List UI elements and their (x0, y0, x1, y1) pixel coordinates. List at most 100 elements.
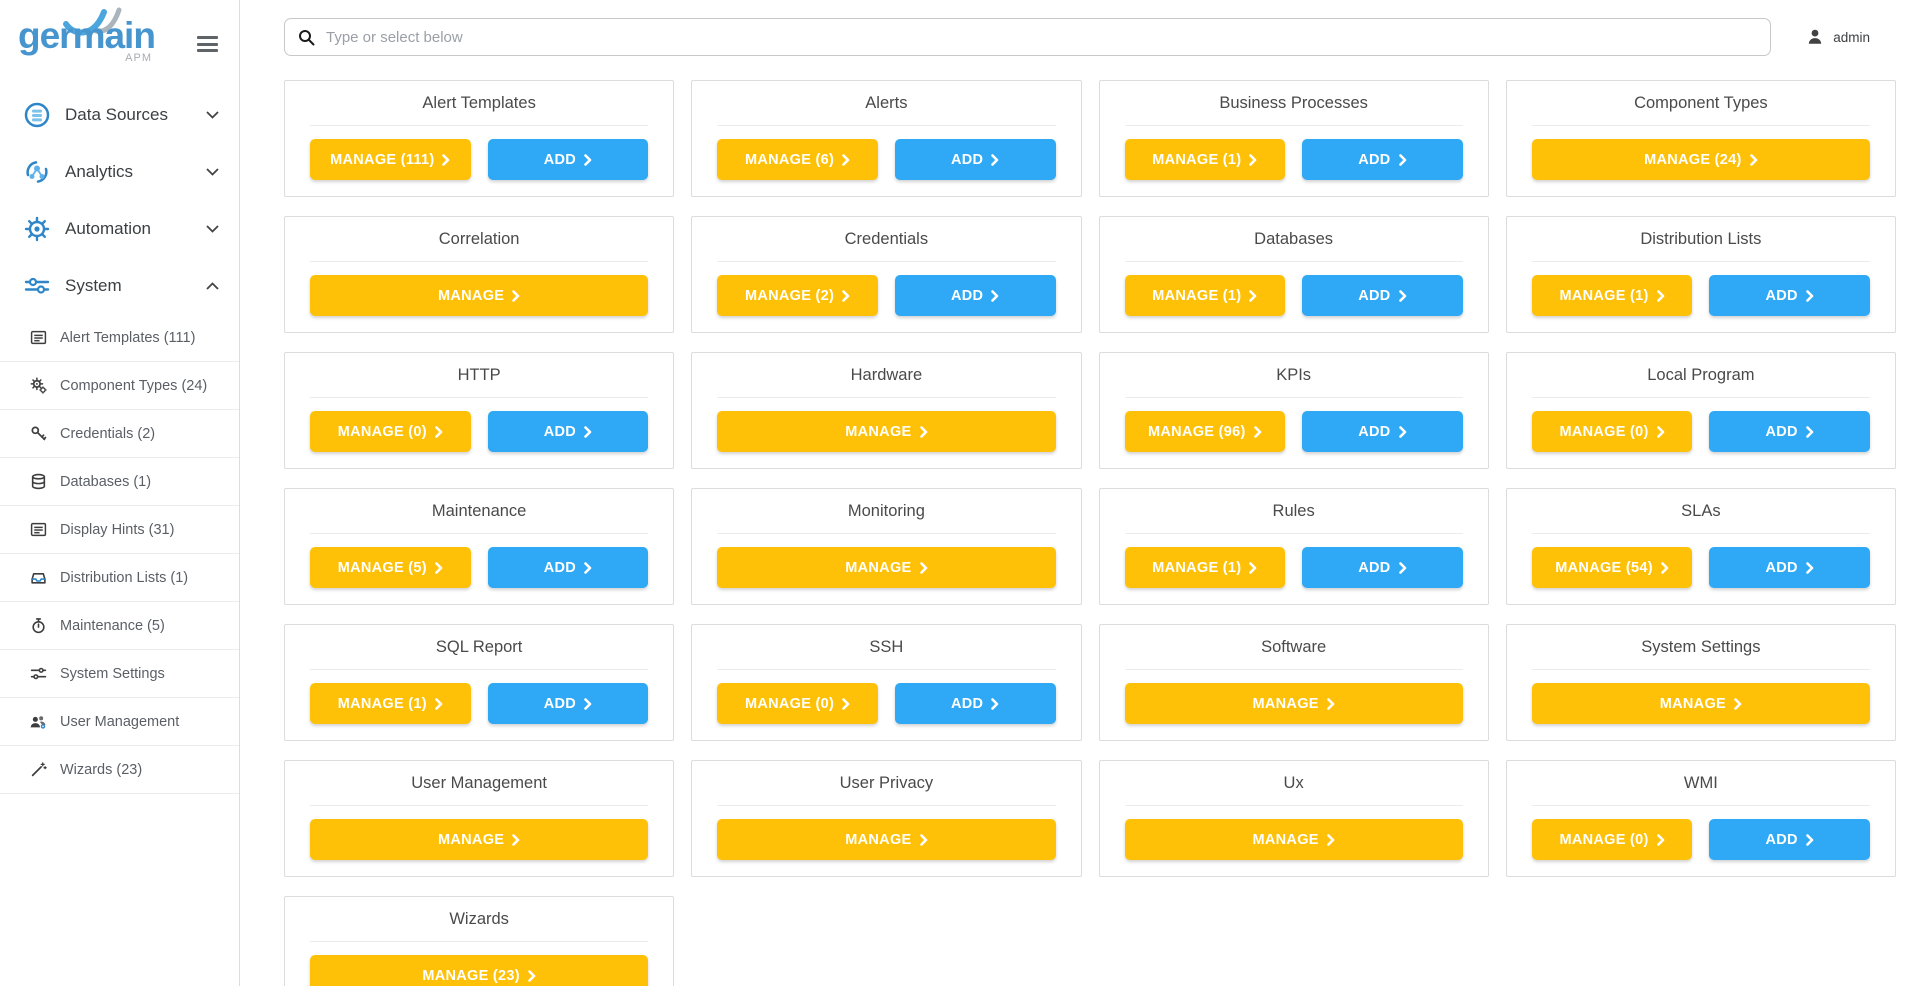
stopwatch-icon (28, 617, 48, 635)
manage-button[interactable]: MANAGE (5) (310, 547, 471, 588)
sidebar-subitem-distribution-lists-1[interactable]: Distribution Lists (1) (0, 554, 239, 602)
add-button-label: ADD (1766, 832, 1798, 848)
manage-button[interactable]: MANAGE (54) (1532, 547, 1693, 588)
manage-button[interactable]: MANAGE (23) (310, 955, 648, 986)
sidebar-subitem-system-settings[interactable]: System Settings (0, 650, 239, 698)
card-title: Maintenance (310, 489, 648, 534)
manage-button-label: MANAGE (0) (338, 424, 427, 440)
sidebar-subitem-credentials-2[interactable]: Credentials (2) (0, 410, 239, 458)
inbox-icon (28, 569, 48, 587)
sidebar-subitem-component-types-24[interactable]: Component Types (24) (0, 362, 239, 410)
card-actions: MANAGE (1) ADD (1125, 275, 1463, 316)
add-button-label: ADD (1358, 424, 1390, 440)
card-title: Alerts (717, 81, 1055, 126)
manage-button[interactable]: MANAGE (96) (1125, 411, 1286, 452)
sidebar-subitem-maintenance-5[interactable]: Maintenance (5) (0, 602, 239, 650)
manage-button[interactable]: MANAGE (1532, 683, 1870, 724)
sidebar-item-analytics[interactable]: Analytics (0, 143, 239, 200)
card-rules: Rules MANAGE (1) ADD (1099, 488, 1489, 605)
card-databases: Databases MANAGE (1) ADD (1099, 216, 1489, 333)
add-button[interactable]: ADD (1302, 547, 1463, 588)
manage-button[interactable]: MANAGE (310, 819, 648, 860)
add-button[interactable]: ADD (1709, 411, 1870, 452)
add-button[interactable]: ADD (1709, 819, 1870, 860)
manage-button[interactable]: MANAGE (0) (310, 411, 471, 452)
card-title: User Privacy (717, 761, 1055, 806)
manage-button[interactable]: MANAGE (717, 411, 1055, 452)
card-actions: MANAGE (5) ADD (310, 547, 648, 588)
add-button[interactable]: ADD (488, 547, 649, 588)
manage-button[interactable]: MANAGE (24) (1532, 139, 1870, 180)
add-button-label: ADD (544, 152, 576, 168)
card-wizards: Wizards MANAGE (23) ADD (284, 896, 674, 986)
manage-button[interactable]: MANAGE (1) (1125, 547, 1286, 588)
add-button[interactable]: ADD (488, 683, 649, 724)
add-button[interactable]: ADD (488, 411, 649, 452)
manage-button[interactable]: MANAGE (0) (1532, 411, 1693, 452)
add-button[interactable]: ADD (895, 275, 1056, 316)
chevron-down-icon (206, 225, 219, 233)
add-button-label: ADD (544, 696, 576, 712)
card-actions: MANAGE ADD (717, 547, 1055, 588)
card-actions: MANAGE (111) ADD (310, 139, 648, 180)
card-actions: MANAGE (1) ADD (310, 683, 648, 724)
manage-button[interactable]: MANAGE (1) (1125, 275, 1286, 316)
manage-button[interactable]: MANAGE (1) (1532, 275, 1693, 316)
sidebar-subitem-user-management[interactable]: User Management (0, 698, 239, 746)
manage-button[interactable]: MANAGE (1125, 683, 1463, 724)
search-input[interactable] (326, 29, 1757, 46)
manage-button[interactable]: MANAGE (1) (1125, 139, 1286, 180)
manage-button-label: MANAGE (54) (1555, 560, 1653, 576)
sidebar-subitem-label: System Settings (60, 666, 165, 682)
add-button[interactable]: ADD (1302, 411, 1463, 452)
add-button[interactable]: ADD (895, 683, 1056, 724)
card-monitoring: Monitoring MANAGE ADD (691, 488, 1081, 605)
manage-button[interactable]: MANAGE (2) (717, 275, 878, 316)
manage-button-label: MANAGE (438, 288, 504, 304)
add-button[interactable]: ADD (895, 139, 1056, 180)
sidebar-item-label: Data Sources (65, 105, 168, 125)
sidebar-subitem-databases-1[interactable]: Databases (1) (0, 458, 239, 506)
chevron-right-icon (435, 426, 443, 438)
search-icon (298, 29, 315, 46)
sidebar-subitem-wizards-23[interactable]: Wizards (23) (0, 746, 239, 794)
chevron-right-icon (528, 970, 536, 982)
sidebar-subitem-alert-templates-111[interactable]: Alert Templates (111) (0, 314, 239, 362)
card-system-settings: System Settings MANAGE ADD (1506, 624, 1896, 741)
manage-button-label: MANAGE (1660, 696, 1726, 712)
manage-button-label: MANAGE (6) (745, 152, 834, 168)
manage-button-label: MANAGE (5) (338, 560, 427, 576)
manage-button-label: MANAGE (1253, 696, 1319, 712)
manage-button[interactable]: MANAGE (111) (310, 139, 471, 180)
add-button[interactable]: ADD (1709, 547, 1870, 588)
sidebar-item-data-sources[interactable]: Data Sources (0, 86, 239, 143)
manage-button[interactable]: MANAGE (0) (1532, 819, 1693, 860)
list-icon (28, 329, 48, 347)
user-menu[interactable]: admin (1806, 28, 1914, 46)
add-button-label: ADD (1766, 288, 1798, 304)
sidebar-subitem-label: Display Hints (31) (60, 522, 174, 538)
add-button[interactable]: ADD (1302, 139, 1463, 180)
card-distribution-lists: Distribution Lists MANAGE (1) ADD (1506, 216, 1896, 333)
manage-button[interactable]: MANAGE (0) (717, 683, 878, 724)
add-button-label: ADD (544, 424, 576, 440)
add-button[interactable]: ADD (488, 139, 649, 180)
sidebar-subitem-display-hints-31[interactable]: Display Hints (31) (0, 506, 239, 554)
card-title: Distribution Lists (1532, 217, 1870, 262)
logo: germain APM (0, 0, 239, 86)
sidebar-item-automation[interactable]: Automation (0, 200, 239, 257)
manage-button[interactable]: MANAGE (1) (310, 683, 471, 724)
sidebar-item-system[interactable]: System (0, 257, 239, 314)
sidebar-subitem-label: Credentials (2) (60, 426, 155, 442)
users-icon (28, 713, 48, 731)
chevron-right-icon (842, 698, 850, 710)
manage-button[interactable]: MANAGE (6) (717, 139, 878, 180)
add-button[interactable]: ADD (1709, 275, 1870, 316)
manage-button[interactable]: MANAGE (717, 547, 1055, 588)
add-button[interactable]: ADD (1302, 275, 1463, 316)
manage-button[interactable]: MANAGE (1125, 819, 1463, 860)
add-button-label: ADD (1766, 424, 1798, 440)
manage-button[interactable]: MANAGE (717, 819, 1055, 860)
add-button-label: ADD (951, 288, 983, 304)
manage-button[interactable]: MANAGE (310, 275, 648, 316)
